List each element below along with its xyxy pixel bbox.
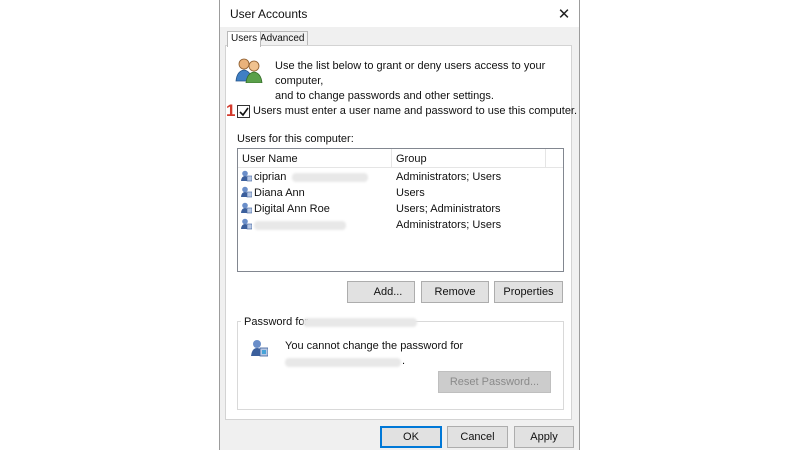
user-key-icon — [251, 339, 269, 360]
reset-password-button[interactable]: Reset Password... — [438, 371, 551, 393]
user-name: Digital Ann Roe — [254, 203, 330, 215]
user-icon — [241, 170, 253, 185]
step-marker-1: 1 — [226, 101, 236, 120]
users-section-label: Users for this computer: — [237, 133, 354, 145]
password-message-line: You cannot change the password for — [285, 340, 464, 352]
ok-button[interactable]: OK — [380, 426, 442, 448]
user-name: ciprian — [254, 171, 287, 183]
column-header-user-name[interactable]: User Name — [242, 153, 298, 165]
user-list[interactable]: User Name Group ciprian Administrators; … — [237, 148, 564, 272]
table-row[interactable]: Digital Ann Roe Users; Administrators — [238, 201, 563, 217]
table-row[interactable]: Administrators; Users — [238, 217, 563, 233]
title-bar: User Accounts ✕ — [220, 0, 579, 27]
add-user-button-label: Add... — [373, 286, 403, 298]
apply-button[interactable]: Apply — [514, 426, 574, 448]
column-header-group[interactable]: Group — [396, 153, 427, 165]
cancel-button[interactable]: Cancel — [447, 426, 508, 448]
intro-text: Use the list below to grant or deny user… — [275, 59, 575, 104]
user-list-header: User Name Group — [238, 149, 563, 168]
user-name: Diana Ann — [254, 187, 305, 199]
require-login-checkbox[interactable] — [237, 105, 250, 118]
user-icon — [241, 218, 253, 233]
user-group: Administrators; Users — [396, 171, 502, 183]
table-row[interactable]: Diana Ann Users — [238, 185, 563, 201]
add-user-button[interactable]: Add... — [347, 281, 415, 303]
users-icon — [235, 57, 263, 86]
close-icon: ✕ — [557, 5, 571, 23]
redacted-text — [292, 173, 368, 182]
tab-users[interactable]: Users — [227, 31, 262, 47]
user-group: Users; Administrators — [396, 203, 501, 215]
window-title: User Accounts — [230, 7, 308, 21]
intro-line-2: and to change passwords and other settin… — [275, 90, 494, 102]
redacted-text — [285, 358, 401, 367]
password-message: You cannot change the password for . — [285, 339, 463, 369]
user-group: Users — [396, 187, 425, 199]
tab-advanced[interactable]: Advanced — [256, 31, 309, 46]
redacted-text — [303, 318, 417, 327]
user-group: Administrators; Users — [396, 219, 502, 231]
remove-user-button[interactable]: Remove — [421, 281, 489, 303]
checkmark-icon — [238, 107, 249, 116]
require-login-label: Users must enter a user name and passwor… — [253, 105, 578, 117]
redacted-text — [254, 221, 346, 230]
properties-button[interactable]: Properties — [494, 281, 563, 303]
close-button[interactable]: ✕ — [549, 0, 579, 27]
table-row[interactable]: ciprian Administrators; Users — [238, 169, 563, 185]
password-group-label: Password for — [241, 316, 312, 328]
password-message-suffix: . — [402, 355, 406, 367]
intro-line-1: Use the list below to grant or deny user… — [275, 60, 546, 87]
password-group-label-text: Password for — [244, 316, 309, 328]
user-icon — [241, 202, 253, 217]
user-icon — [241, 186, 253, 201]
